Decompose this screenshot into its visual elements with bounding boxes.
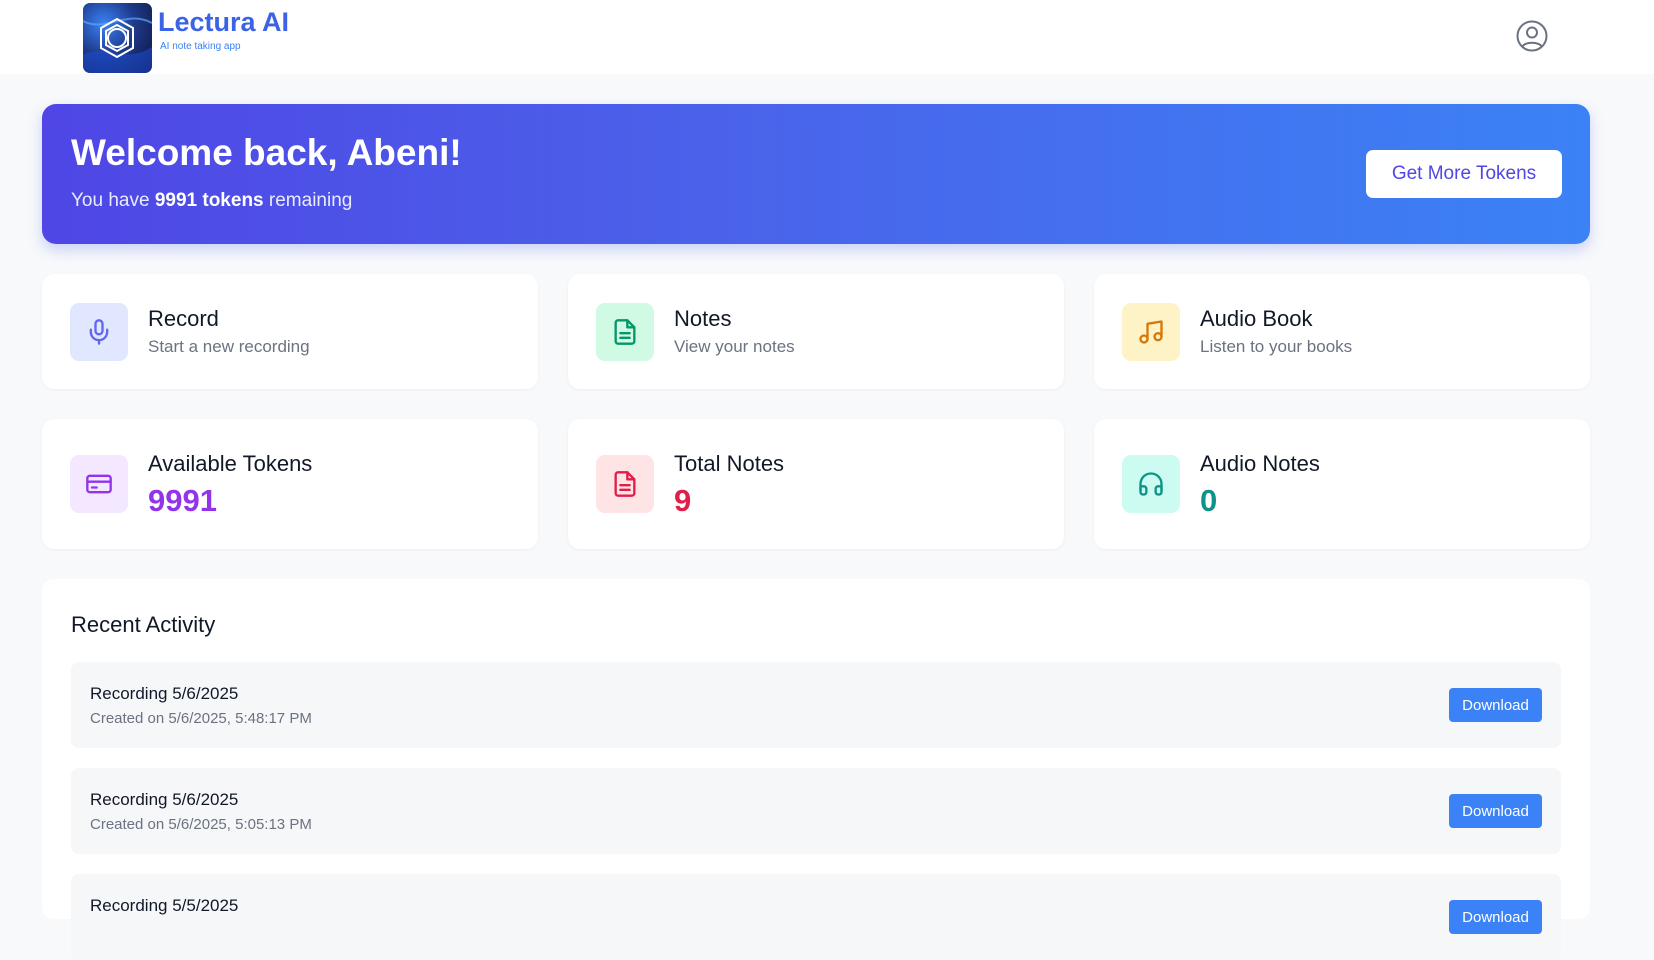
activity-timestamp: Created on 5/6/2025, 5:48:17 PM xyxy=(90,710,312,727)
app-tagline: AI note taking app xyxy=(160,41,241,52)
app-title: Lectura AI xyxy=(158,7,290,37)
music-note-icon xyxy=(1122,303,1180,361)
audio-book-card[interactable]: Audio Book Listen to your books xyxy=(1094,274,1590,389)
activity-timestamp: Created on 5/6/2025, 5:05:13 PM xyxy=(90,816,312,833)
card-title: Audio Book xyxy=(1200,306,1313,331)
activity-title: Recording 5/6/2025 xyxy=(90,684,239,703)
download-button[interactable]: Download xyxy=(1449,794,1542,828)
stat-value: 0 xyxy=(1200,483,1218,518)
user-profile-icon[interactable] xyxy=(1516,20,1548,52)
download-button[interactable]: Download xyxy=(1449,900,1542,934)
activity-title: Recording 5/5/2025 xyxy=(90,896,239,915)
card-title: Notes xyxy=(674,306,732,331)
activity-item: Recording 5/5/2025 Download xyxy=(71,874,1561,960)
total-notes-card: Total Notes 9 xyxy=(568,419,1064,549)
document-icon xyxy=(596,303,654,361)
welcome-banner: Welcome back, Abeni! You have 9991 token… xyxy=(42,104,1590,244)
card-title: Record xyxy=(148,306,219,331)
activity-item: Recording 5/6/2025 Created on 5/6/2025, … xyxy=(71,662,1561,748)
document-icon xyxy=(596,455,654,513)
credit-card-icon xyxy=(70,455,128,513)
audio-notes-card: Audio Notes 0 xyxy=(1094,419,1590,549)
record-card[interactable]: Record Start a new recording xyxy=(42,274,538,389)
get-more-tokens-button[interactable]: Get More Tokens xyxy=(1366,150,1562,198)
top-bar: Lectura AI AI note taking app xyxy=(0,0,1654,74)
welcome-title: Welcome back, Abeni! xyxy=(71,132,462,173)
app-logo[interactable] xyxy=(83,3,152,73)
notes-card[interactable]: Notes View your notes xyxy=(568,274,1064,389)
activity-title: Recording 5/6/2025 xyxy=(90,790,239,809)
download-button[interactable]: Download xyxy=(1449,688,1542,722)
microphone-icon xyxy=(70,303,128,361)
stat-title: Audio Notes xyxy=(1200,451,1320,476)
tokens-remaining-text: You have 9991 tokens remaining xyxy=(71,190,353,211)
section-title: Recent Activity xyxy=(71,612,216,637)
card-subtitle: View your notes xyxy=(674,337,795,356)
headphones-icon xyxy=(1122,455,1180,513)
card-subtitle: Listen to your books xyxy=(1200,337,1353,356)
stat-value: 9991 xyxy=(148,483,217,518)
stat-title: Total Notes xyxy=(674,451,785,476)
card-subtitle: Start a new recording xyxy=(148,337,310,356)
stat-title: Available Tokens xyxy=(148,451,313,476)
activity-item: Recording 5/6/2025 Created on 5/6/2025, … xyxy=(71,768,1561,854)
recent-activity-panel: Recent Activity Recording 5/6/2025 Creat… xyxy=(42,579,1590,960)
available-tokens-card: Available Tokens 9991 xyxy=(42,419,538,549)
stat-value: 9 xyxy=(674,483,692,518)
